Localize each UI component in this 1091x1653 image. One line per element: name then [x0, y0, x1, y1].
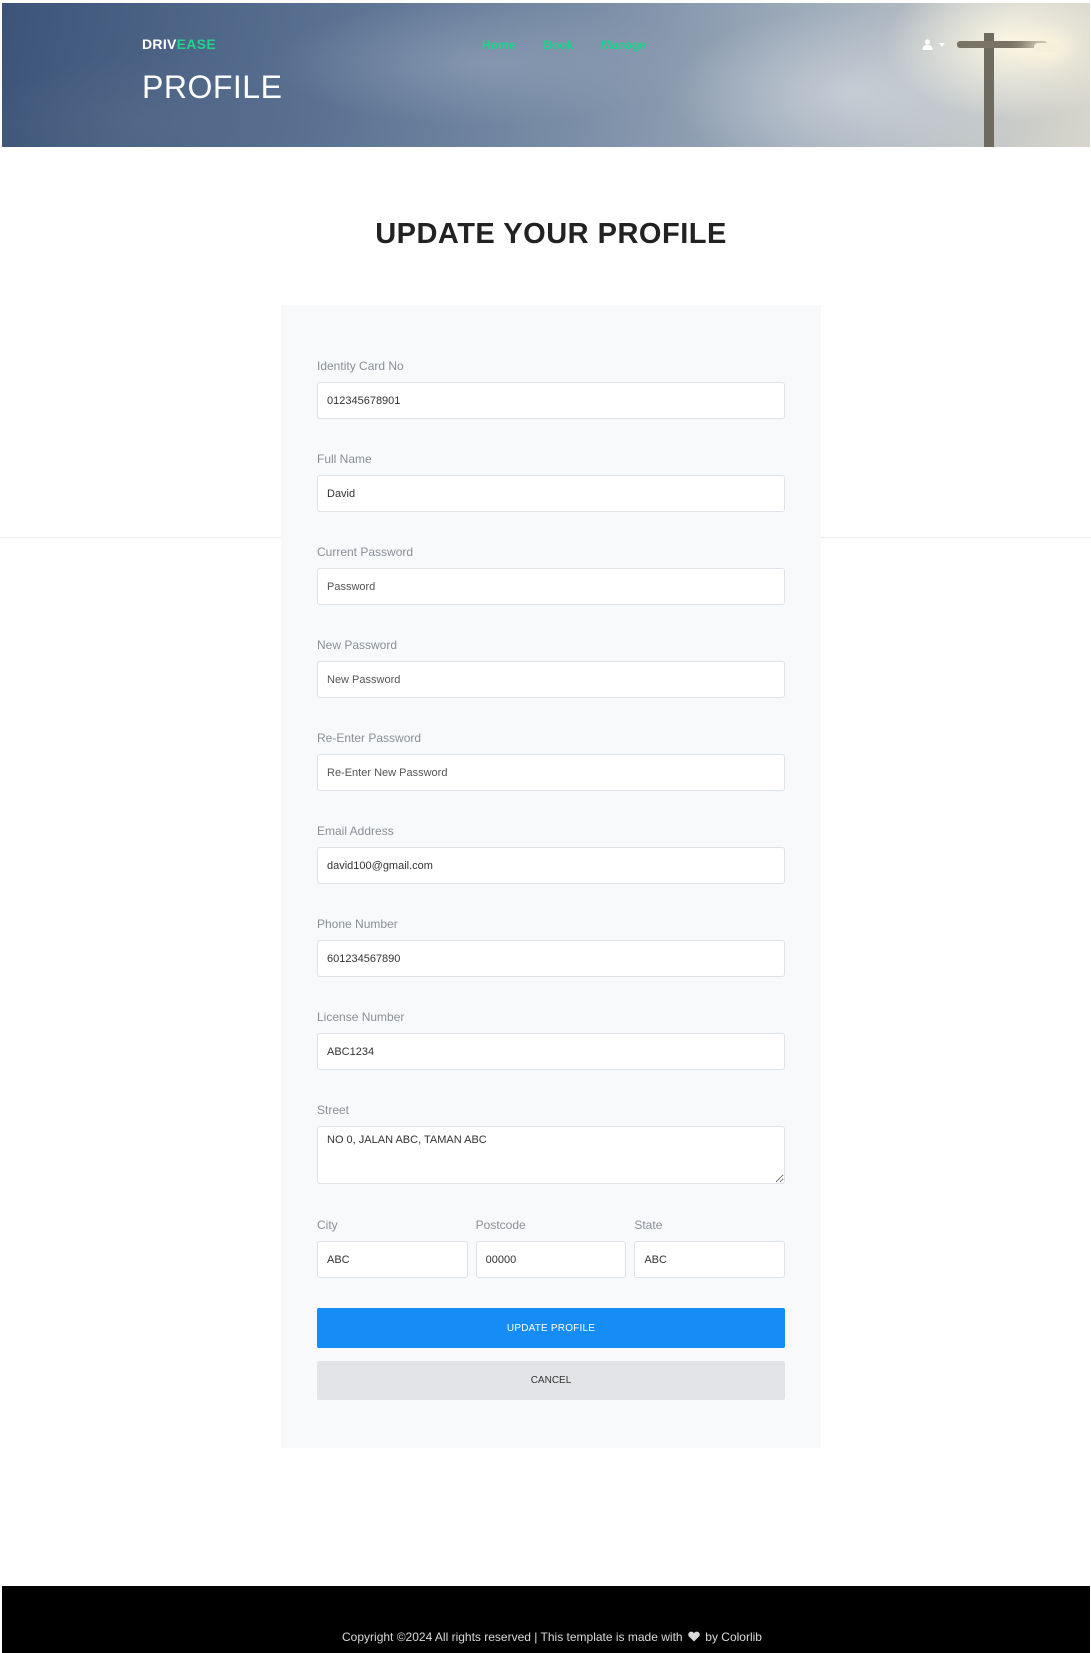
user-menu-dropdown[interactable] [922, 39, 945, 50]
reenter-password-group: Re-Enter Password [317, 731, 785, 791]
state-group: State [634, 1218, 786, 1278]
email-label: Email Address [317, 824, 394, 838]
street-lamp-pole [984, 33, 994, 147]
page-title: PROFILE [142, 69, 283, 105]
update-profile-button[interactable]: UPDATE PROFILE [317, 1308, 785, 1348]
postcode-label: Postcode [475, 1218, 526, 1232]
colorlib-link[interactable]: by Colorlib [705, 1630, 762, 1644]
phone-input[interactable] [317, 940, 785, 977]
user-icon [922, 39, 933, 50]
city-group: City [317, 1218, 468, 1278]
identity-card-group: Identity Card No [317, 359, 785, 419]
street-lamp-light [1034, 43, 1062, 52]
new-password-input[interactable] [317, 661, 785, 698]
footer: Copyright ©2024 All rights reserved | Th… [2, 1586, 1090, 1653]
chevron-down-icon [939, 42, 945, 47]
current-password-group: Current Password [317, 545, 785, 605]
main-nav: Home Book Manage [482, 38, 674, 52]
state-input[interactable] [634, 1241, 786, 1278]
city-input[interactable] [317, 1241, 468, 1278]
hero-header: DRIVEASE PROFILE Home Book Manage [2, 3, 1090, 147]
footer-copyright: Copyright ©2024 All rights reserved | Th… [2, 1630, 1091, 1644]
email-group: Email Address [317, 824, 785, 884]
footer-text-before: Copyright ©2024 All rights reserved | Th… [342, 1630, 683, 1644]
street-group: Street NO 0, JALAN ABC, TAMAN ABC [317, 1103, 785, 1189]
profile-form: Identity Card No Full Name Current Passw… [281, 305, 821, 1448]
identity-card-label: Identity Card No [317, 359, 404, 373]
street-label: Street [317, 1103, 350, 1117]
brand-logo-part2: EASE [176, 36, 216, 52]
postcode-group: Postcode [475, 1218, 627, 1278]
phone-label: Phone Number [317, 917, 398, 931]
identity-card-input[interactable] [317, 382, 785, 419]
cancel-button[interactable]: CANCEL [317, 1361, 785, 1400]
city-label: City [317, 1218, 338, 1232]
nav-home[interactable]: Home [482, 38, 515, 52]
new-password-group: New Password [317, 638, 785, 698]
state-label: State [634, 1218, 663, 1232]
reenter-password-label: Re-Enter Password [317, 731, 422, 745]
email-input[interactable] [317, 847, 785, 884]
full-name-input[interactable] [317, 475, 785, 512]
current-password-label: Current Password [317, 545, 414, 559]
heart-icon [688, 1631, 700, 1642]
brand-logo-part1: DRIV [142, 36, 177, 52]
current-password-input[interactable] [317, 568, 785, 605]
license-group: License Number [317, 1010, 785, 1070]
brand-logo[interactable]: DRIVEASE [142, 36, 216, 52]
reenter-password-input[interactable] [317, 754, 785, 791]
license-input[interactable] [317, 1033, 785, 1070]
address-row: City Postcode State [317, 1218, 786, 1278]
full-name-group: Full Name [317, 452, 785, 512]
full-name-label: Full Name [317, 452, 372, 466]
nav-manage[interactable]: Manage [601, 38, 646, 52]
license-label: License Number [317, 1010, 405, 1024]
postcode-input[interactable] [475, 1241, 627, 1278]
street-textarea[interactable]: NO 0, JALAN ABC, TAMAN ABC [317, 1126, 785, 1184]
phone-group: Phone Number [317, 917, 785, 977]
form-heading: UPDATE YOUR PROFILE [375, 218, 727, 250]
nav-book[interactable]: Book [543, 38, 573, 52]
new-password-label: New Password [317, 638, 398, 652]
